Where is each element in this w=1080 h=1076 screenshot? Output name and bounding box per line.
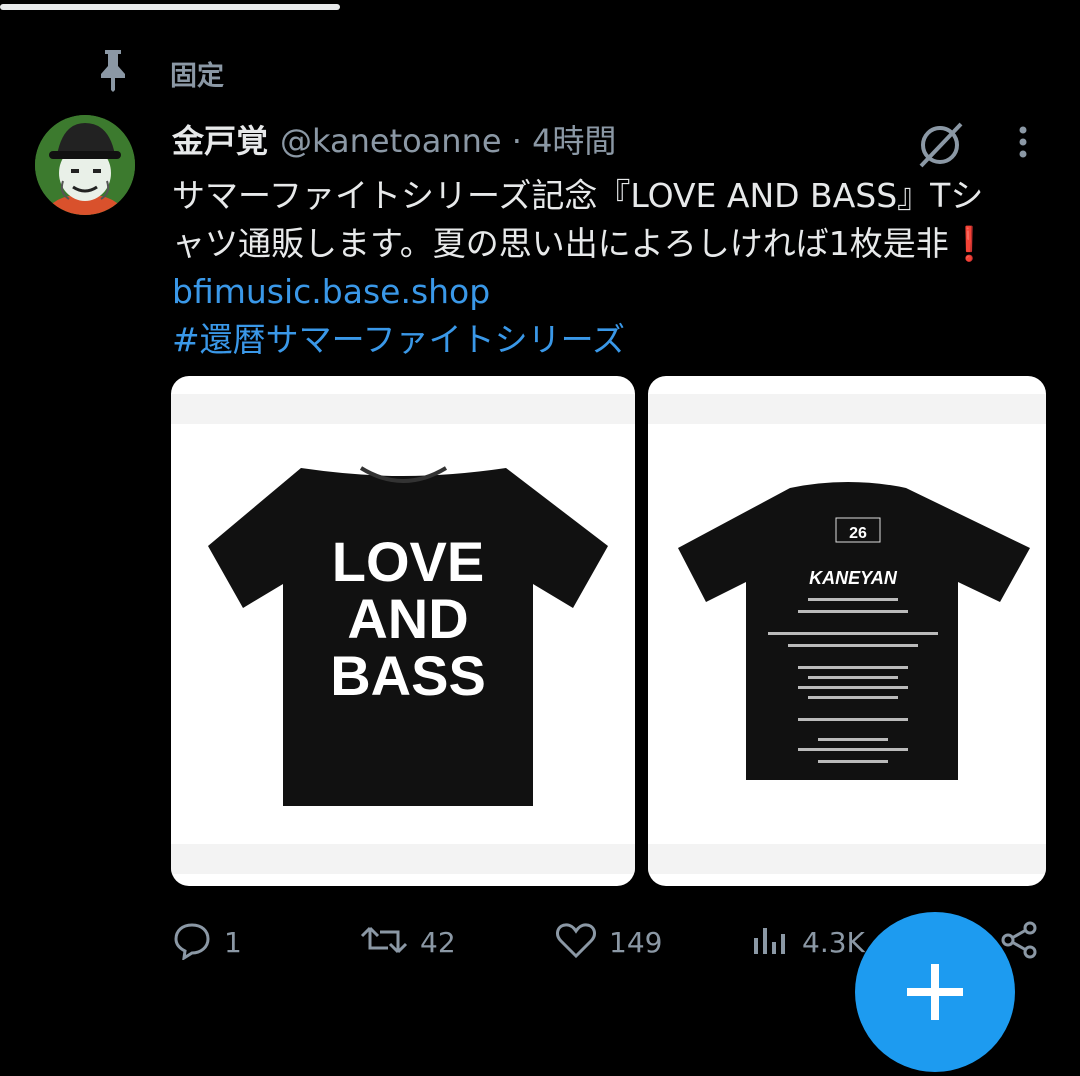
tweet-header: 金戸覚 @kanetoanne · 4時間 — [172, 116, 616, 162]
shirt-text-line-2: AND — [347, 587, 468, 650]
reply-button[interactable]: 1 — [172, 912, 242, 972]
tweet-link[interactable]: bfimusic.base.shop — [172, 268, 1052, 316]
pin-icon — [95, 48, 131, 92]
reply-icon — [172, 920, 212, 964]
status-progress-bar — [0, 4, 340, 10]
plus-icon — [907, 964, 963, 1020]
tweet-text-line-1: サマーファイトシリーズ記念『LOVE AND BASS』Tシ — [172, 176, 984, 215]
views-chart-icon — [750, 920, 790, 964]
repost-icon — [360, 920, 408, 964]
pinned-label: 固定 — [170, 61, 224, 92]
like-button[interactable]: 149 — [555, 912, 662, 972]
headliner-text: KANEYAN — [809, 568, 898, 588]
grok-icon[interactable] — [915, 118, 967, 170]
tweet-text: サマーファイトシリーズ記念『LOVE AND BASS』Tシ ャツ通販します。夏… — [172, 172, 1052, 364]
avatar[interactable] — [35, 115, 135, 215]
tweet-hashtag[interactable]: #還暦サマーファイトシリーズ — [172, 316, 1052, 364]
more-options-icon[interactable] — [1010, 122, 1036, 166]
media-image-front[interactable]: LOVE AND BASS — [171, 376, 635, 886]
media-image-back[interactable]: 26 KANEYAN — [648, 376, 1046, 886]
repost-count: 42 — [420, 925, 456, 959]
tweet-text-line-2: ャツ通販します。夏の思い出によろしければ1枚是非❗️ — [172, 224, 990, 263]
heart-icon — [555, 920, 597, 964]
author-name[interactable]: 金戸覚 — [172, 116, 268, 162]
shirt-text-line-1: LOVE — [332, 530, 484, 593]
like-count: 149 — [609, 925, 663, 959]
series-badge: 26 — [849, 525, 867, 542]
pinned-indicator: 固定 — [95, 48, 224, 92]
reply-count: 1 — [224, 925, 242, 959]
views-button[interactable]: 4.3K — [750, 912, 865, 972]
repost-button[interactable]: 42 — [360, 912, 456, 972]
author-handle-time[interactable]: @kanetoanne · 4時間 — [280, 116, 616, 162]
compose-fab-button[interactable] — [855, 912, 1015, 1072]
shirt-text-line-3: BASS — [330, 644, 486, 707]
